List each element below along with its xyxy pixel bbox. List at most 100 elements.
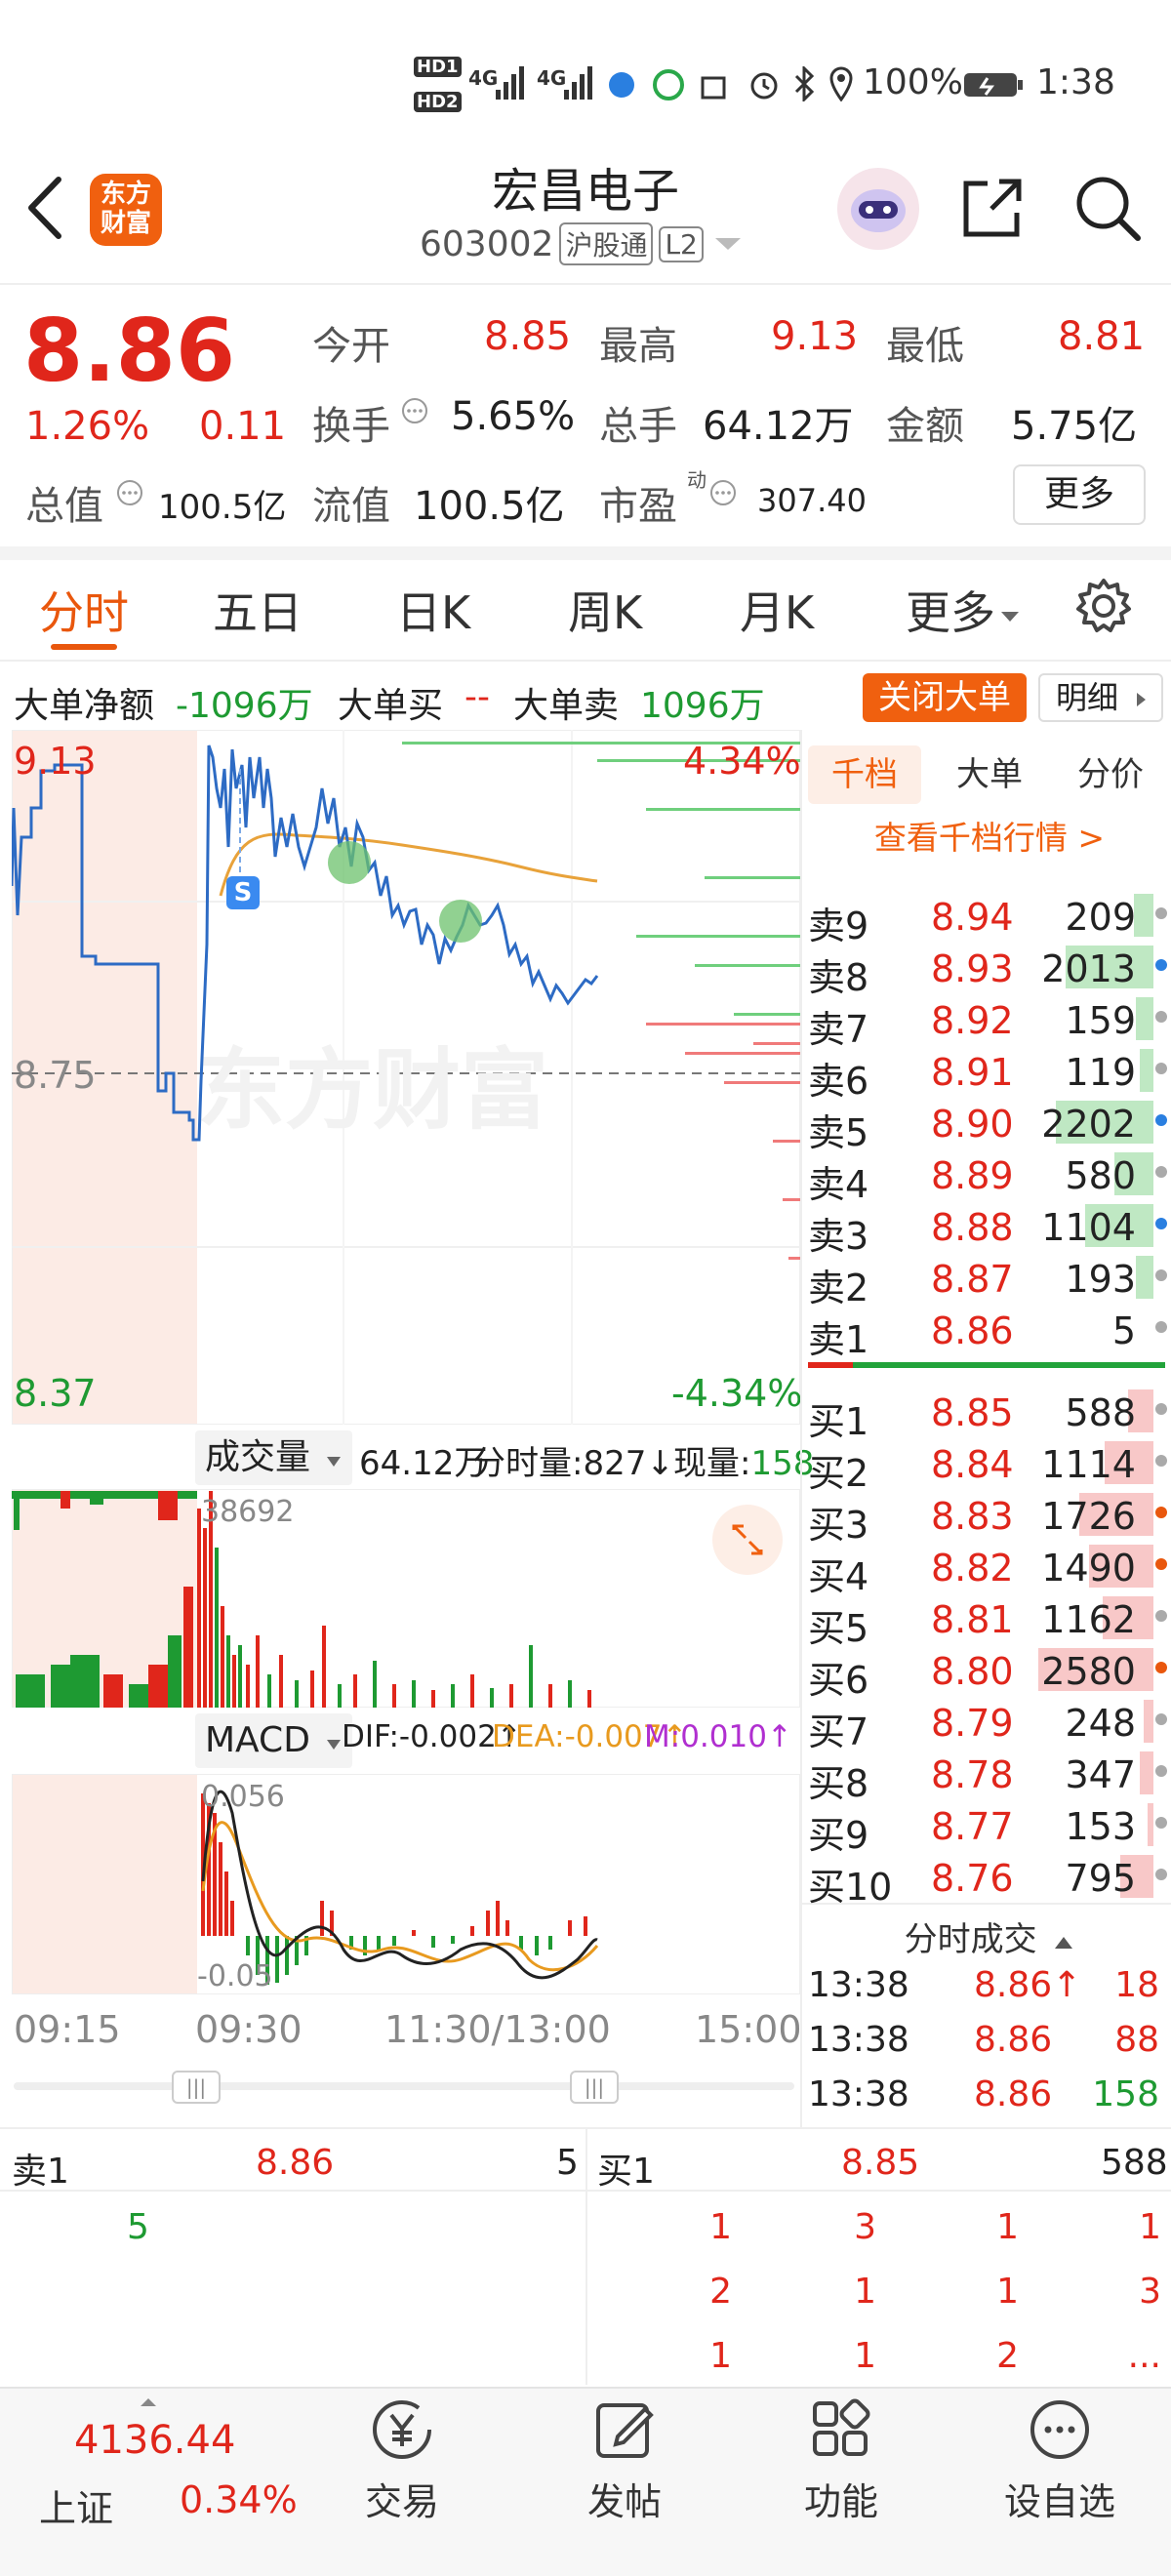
hgt-badge: 沪股通	[559, 222, 654, 265]
more-button[interactable]: 更多	[1013, 464, 1146, 525]
header-divider	[0, 283, 1171, 285]
tab-week-k[interactable]: 周K	[568, 578, 642, 642]
pe-superscript: 动	[687, 468, 707, 492]
depth-tab-qiandang[interactable]: 千档	[808, 745, 921, 804]
nav-functions[interactable]: 功能	[763, 2395, 919, 2525]
search-icon[interactable]	[1071, 172, 1144, 244]
caret-up-icon	[1055, 1937, 1073, 1949]
settings-gear-icon[interactable]	[1073, 576, 1134, 636]
amount-value: 5.75亿	[1011, 404, 1138, 449]
bid-row[interactable]: 买8 8.78 347	[808, 1748, 1171, 1805]
depth-tab-dadan[interactable]: 大单	[933, 745, 1046, 804]
bid-row[interactable]: 买5 8.81 1162	[808, 1592, 1171, 1650]
battery-icon	[964, 73, 1023, 97]
bid-row[interactable]: 买6 8.80 2580	[808, 1644, 1171, 1702]
status-dot-icon	[1155, 959, 1167, 971]
functions-grid-icon	[813, 2398, 870, 2456]
slider-handle-right[interactable]: |||	[570, 2071, 619, 2104]
bid-price: 8.81	[931, 1598, 1014, 1641]
intraday-chart-svg[interactable]: 东方财富	[12, 730, 800, 1425]
queue-buy-item: 3	[1139, 2272, 1161, 2312]
event-dot[interactable]	[328, 841, 371, 884]
status-dot-icon	[1155, 1713, 1167, 1725]
ask-volume: 159	[1065, 999, 1136, 1042]
ask-row[interactable]: 卖8 8.93 2013	[808, 942, 1171, 999]
detail-button[interactable]: 明细	[1038, 673, 1163, 722]
volume-selector[interactable]: 成交量	[195, 1430, 353, 1485]
nav-trade[interactable]: 交易	[324, 2395, 480, 2525]
ask-volume: 2202	[1041, 1103, 1136, 1146]
trades-header-label: 分时成交	[904, 1920, 1037, 1959]
pe-label: 市盈	[599, 484, 677, 529]
bid-volume: 588	[1065, 1391, 1136, 1434]
tab-fenshi[interactable]: 分时	[39, 578, 129, 642]
turnover-label: 换手	[312, 404, 390, 449]
bid-row[interactable]: 买4 8.82 1490	[808, 1541, 1171, 1598]
close-big-order-button[interactable]: 关闭大单	[863, 673, 1027, 722]
ask-row[interactable]: 卖9 8.94 209	[808, 890, 1171, 947]
nav-add-watchlist[interactable]: 设自选	[982, 2395, 1138, 2525]
macd-m: M:0.010↑	[644, 1719, 792, 1754]
bid-row[interactable]: 买10 8.76 795	[808, 1851, 1171, 1909]
nav-post[interactable]: 发帖	[546, 2395, 703, 2525]
time-label: 15:00	[695, 2008, 802, 2051]
trade-price: 8.86	[974, 2020, 1053, 2060]
bid-row[interactable]: 买2 8.84 1114	[808, 1437, 1171, 1495]
signal2-icon	[564, 66, 592, 100]
ask-row[interactable]: 卖5 8.90 2202	[808, 1097, 1171, 1154]
trades-header[interactable]: 分时成交	[808, 1912, 1171, 1960]
volume-chart-svg[interactable]	[12, 1489, 800, 1708]
status-dot-icon	[1155, 1869, 1167, 1880]
chart-high-pct: 4.34%	[683, 740, 801, 783]
macd-top-label: 0.056	[201, 1780, 285, 1814]
robot-avatar-icon[interactable]	[837, 168, 919, 250]
bid-volume: 795	[1065, 1857, 1136, 1900]
status-dot-icon	[1155, 1507, 1167, 1518]
ask-volume-bar	[1136, 1256, 1153, 1299]
bid-row[interactable]: 买7 8.79 248	[808, 1696, 1171, 1753]
queue-buy-label: 买1	[597, 2152, 655, 2192]
tab-month-k[interactable]: 月K	[740, 578, 814, 642]
ask-row[interactable]: 卖2 8.87 193	[808, 1252, 1171, 1309]
browser-icon	[609, 72, 634, 98]
info-icon[interactable]	[400, 396, 429, 425]
bid-row[interactable]: 买9 8.77 153	[808, 1799, 1171, 1857]
tabs-divider	[0, 660, 1171, 662]
info-icon[interactable]	[708, 478, 738, 507]
ask-price: 8.89	[931, 1154, 1014, 1197]
signal1-icon	[496, 66, 524, 100]
bid-volume: 347	[1065, 1753, 1136, 1796]
macd-bottom-label: -0.05	[197, 1959, 273, 1993]
ask-row[interactable]: 卖6 8.91 119	[808, 1045, 1171, 1103]
high-label: 最高	[599, 324, 677, 369]
sell-signal-marker[interactable]: S	[226, 876, 260, 909]
tab-more[interactable]: 更多	[906, 578, 1021, 642]
depth-tab-fenjia[interactable]: 分价	[1054, 745, 1167, 804]
share-icon[interactable]	[958, 174, 1027, 242]
ask-row[interactable]: 卖4 8.89 580	[808, 1148, 1171, 1206]
tab-day-k[interactable]: 日K	[396, 578, 470, 642]
status-dot-icon	[1155, 1166, 1167, 1178]
mktcap-label: 总值	[25, 484, 103, 529]
bid-price: 8.76	[931, 1857, 1014, 1900]
tab-five-day[interactable]: 五日	[213, 578, 303, 642]
expand-button[interactable]	[712, 1505, 783, 1575]
ask-row[interactable]: 卖1 8.86 5	[808, 1304, 1171, 1361]
macd-selector[interactable]: MACD	[195, 1713, 353, 1768]
ask-volume: 209	[1065, 896, 1136, 939]
ask-row[interactable]: 卖3 8.88 1104	[808, 1200, 1171, 1258]
status-dot-icon	[1155, 1662, 1167, 1673]
macd-histogram	[201, 1793, 587, 1985]
slider-handle-left[interactable]: |||	[172, 2071, 221, 2104]
stock-subtitle[interactable]: 603002 沪股通 L2	[420, 221, 743, 267]
event-dot[interactable]	[439, 900, 482, 943]
ask-row[interactable]: 卖7 8.92 159	[808, 993, 1171, 1051]
info-icon[interactable]	[115, 478, 144, 507]
bid-row[interactable]: 买1 8.85 588	[808, 1386, 1171, 1443]
time-label: 09:30	[195, 2008, 303, 2051]
view-depth-link[interactable]: 查看千档行情 >	[808, 812, 1171, 859]
macd-chart-svg[interactable]	[12, 1774, 800, 1994]
ask-price: 8.91	[931, 1051, 1014, 1094]
bid-row[interactable]: 买3 8.83 1726	[808, 1489, 1171, 1547]
bid-volume: 1726	[1041, 1495, 1136, 1538]
